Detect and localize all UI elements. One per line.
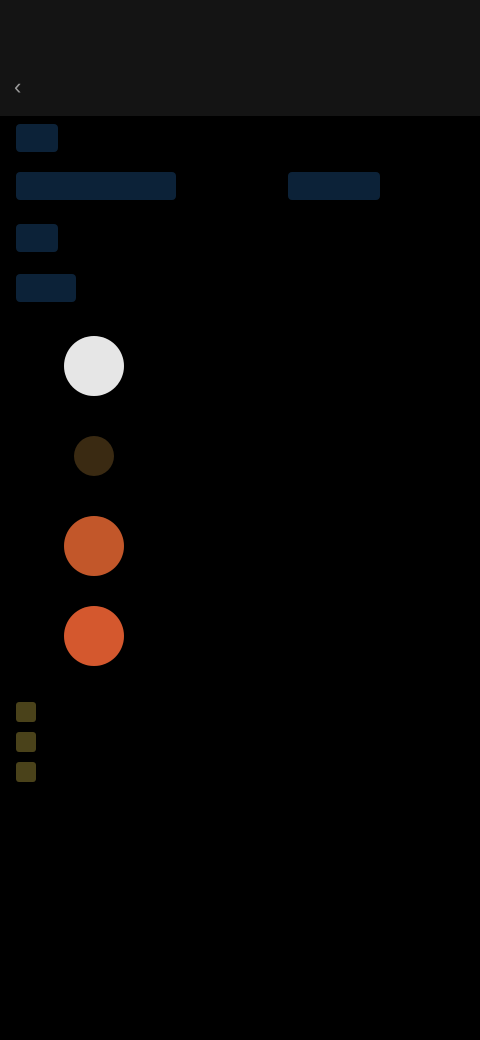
meta-tag: [16, 274, 76, 302]
meta-tag: [16, 224, 58, 252]
back-arrow-icon[interactable]: ‹: [14, 74, 42, 102]
avatar: [64, 606, 124, 666]
meta-row: [0, 118, 480, 158]
list-item[interactable]: [0, 594, 480, 674]
meta-tag: [16, 124, 58, 152]
list-item[interactable]: [0, 414, 480, 494]
yellow-marker: [16, 762, 36, 782]
status-bar-left: [30, 20, 90, 38]
footer-notes: [16, 700, 256, 790]
avatar: [74, 436, 114, 476]
meta-row: [0, 218, 480, 258]
meta-tag: [16, 172, 176, 200]
avatar: [64, 516, 124, 576]
list-item[interactable]: [0, 504, 480, 584]
yellow-marker: [16, 702, 36, 722]
status-bar-right: [340, 20, 440, 38]
meta-row: [0, 166, 480, 206]
meta-row: [0, 268, 480, 308]
yellow-marker: [16, 732, 36, 752]
status-bar: [0, 0, 480, 60]
meta-tag: [288, 172, 380, 200]
top-bar: ‹: [0, 60, 480, 116]
avatar: [64, 336, 124, 396]
list-item[interactable]: [0, 324, 480, 404]
